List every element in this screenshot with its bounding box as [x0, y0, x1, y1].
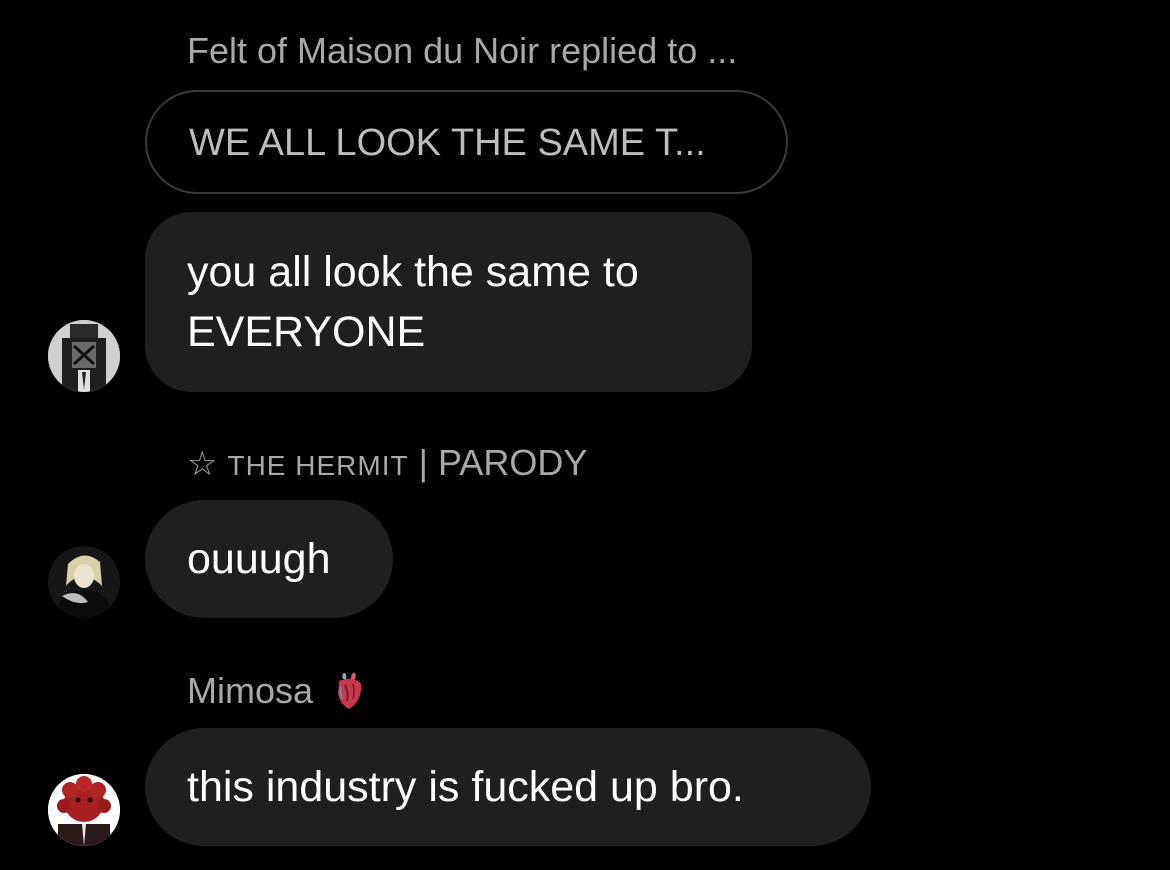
- message-text: EVERYONE: [187, 308, 426, 356]
- sender-name-suffix: | PARODY: [418, 442, 588, 483]
- avatar[interactable]: [48, 546, 120, 618]
- message-bubble[interactable]: this industry is fucked up bro.: [145, 728, 871, 846]
- message-bubble[interactable]: ouuugh: [145, 500, 393, 618]
- anatomical-heart-icon: [338, 672, 362, 709]
- message-text: ouuugh: [187, 535, 331, 583]
- quoted-message-text: WE ALL LOOK THE SAME T...: [189, 122, 706, 164]
- blond-character-avatar-icon: [48, 546, 120, 618]
- sender-name[interactable]: Mimosa: [187, 670, 365, 712]
- reply-context-label: Felt of Maison du Noir replied to ...: [187, 30, 738, 71]
- sender-name[interactable]: ☆ THE HERMIT | PARODY: [187, 442, 587, 484]
- message-text: this industry is fucked up bro.: [187, 763, 744, 811]
- sender-name-primary: Mimosa: [187, 670, 314, 711]
- quoted-message[interactable]: WE ALL LOOK THE SAME T...: [145, 90, 788, 194]
- masked-figure-avatar-icon: [48, 320, 120, 392]
- avatar[interactable]: [48, 774, 120, 846]
- red-flower-head-avatar-icon: [48, 774, 120, 846]
- star-outline-icon: ☆: [187, 445, 218, 483]
- sender-name-primary: THE HERMIT: [227, 450, 409, 481]
- avatar[interactable]: [48, 320, 120, 392]
- message-text: you all look the same to: [187, 248, 639, 296]
- message-bubble[interactable]: you all look the same to EVERYONE: [145, 212, 752, 392]
